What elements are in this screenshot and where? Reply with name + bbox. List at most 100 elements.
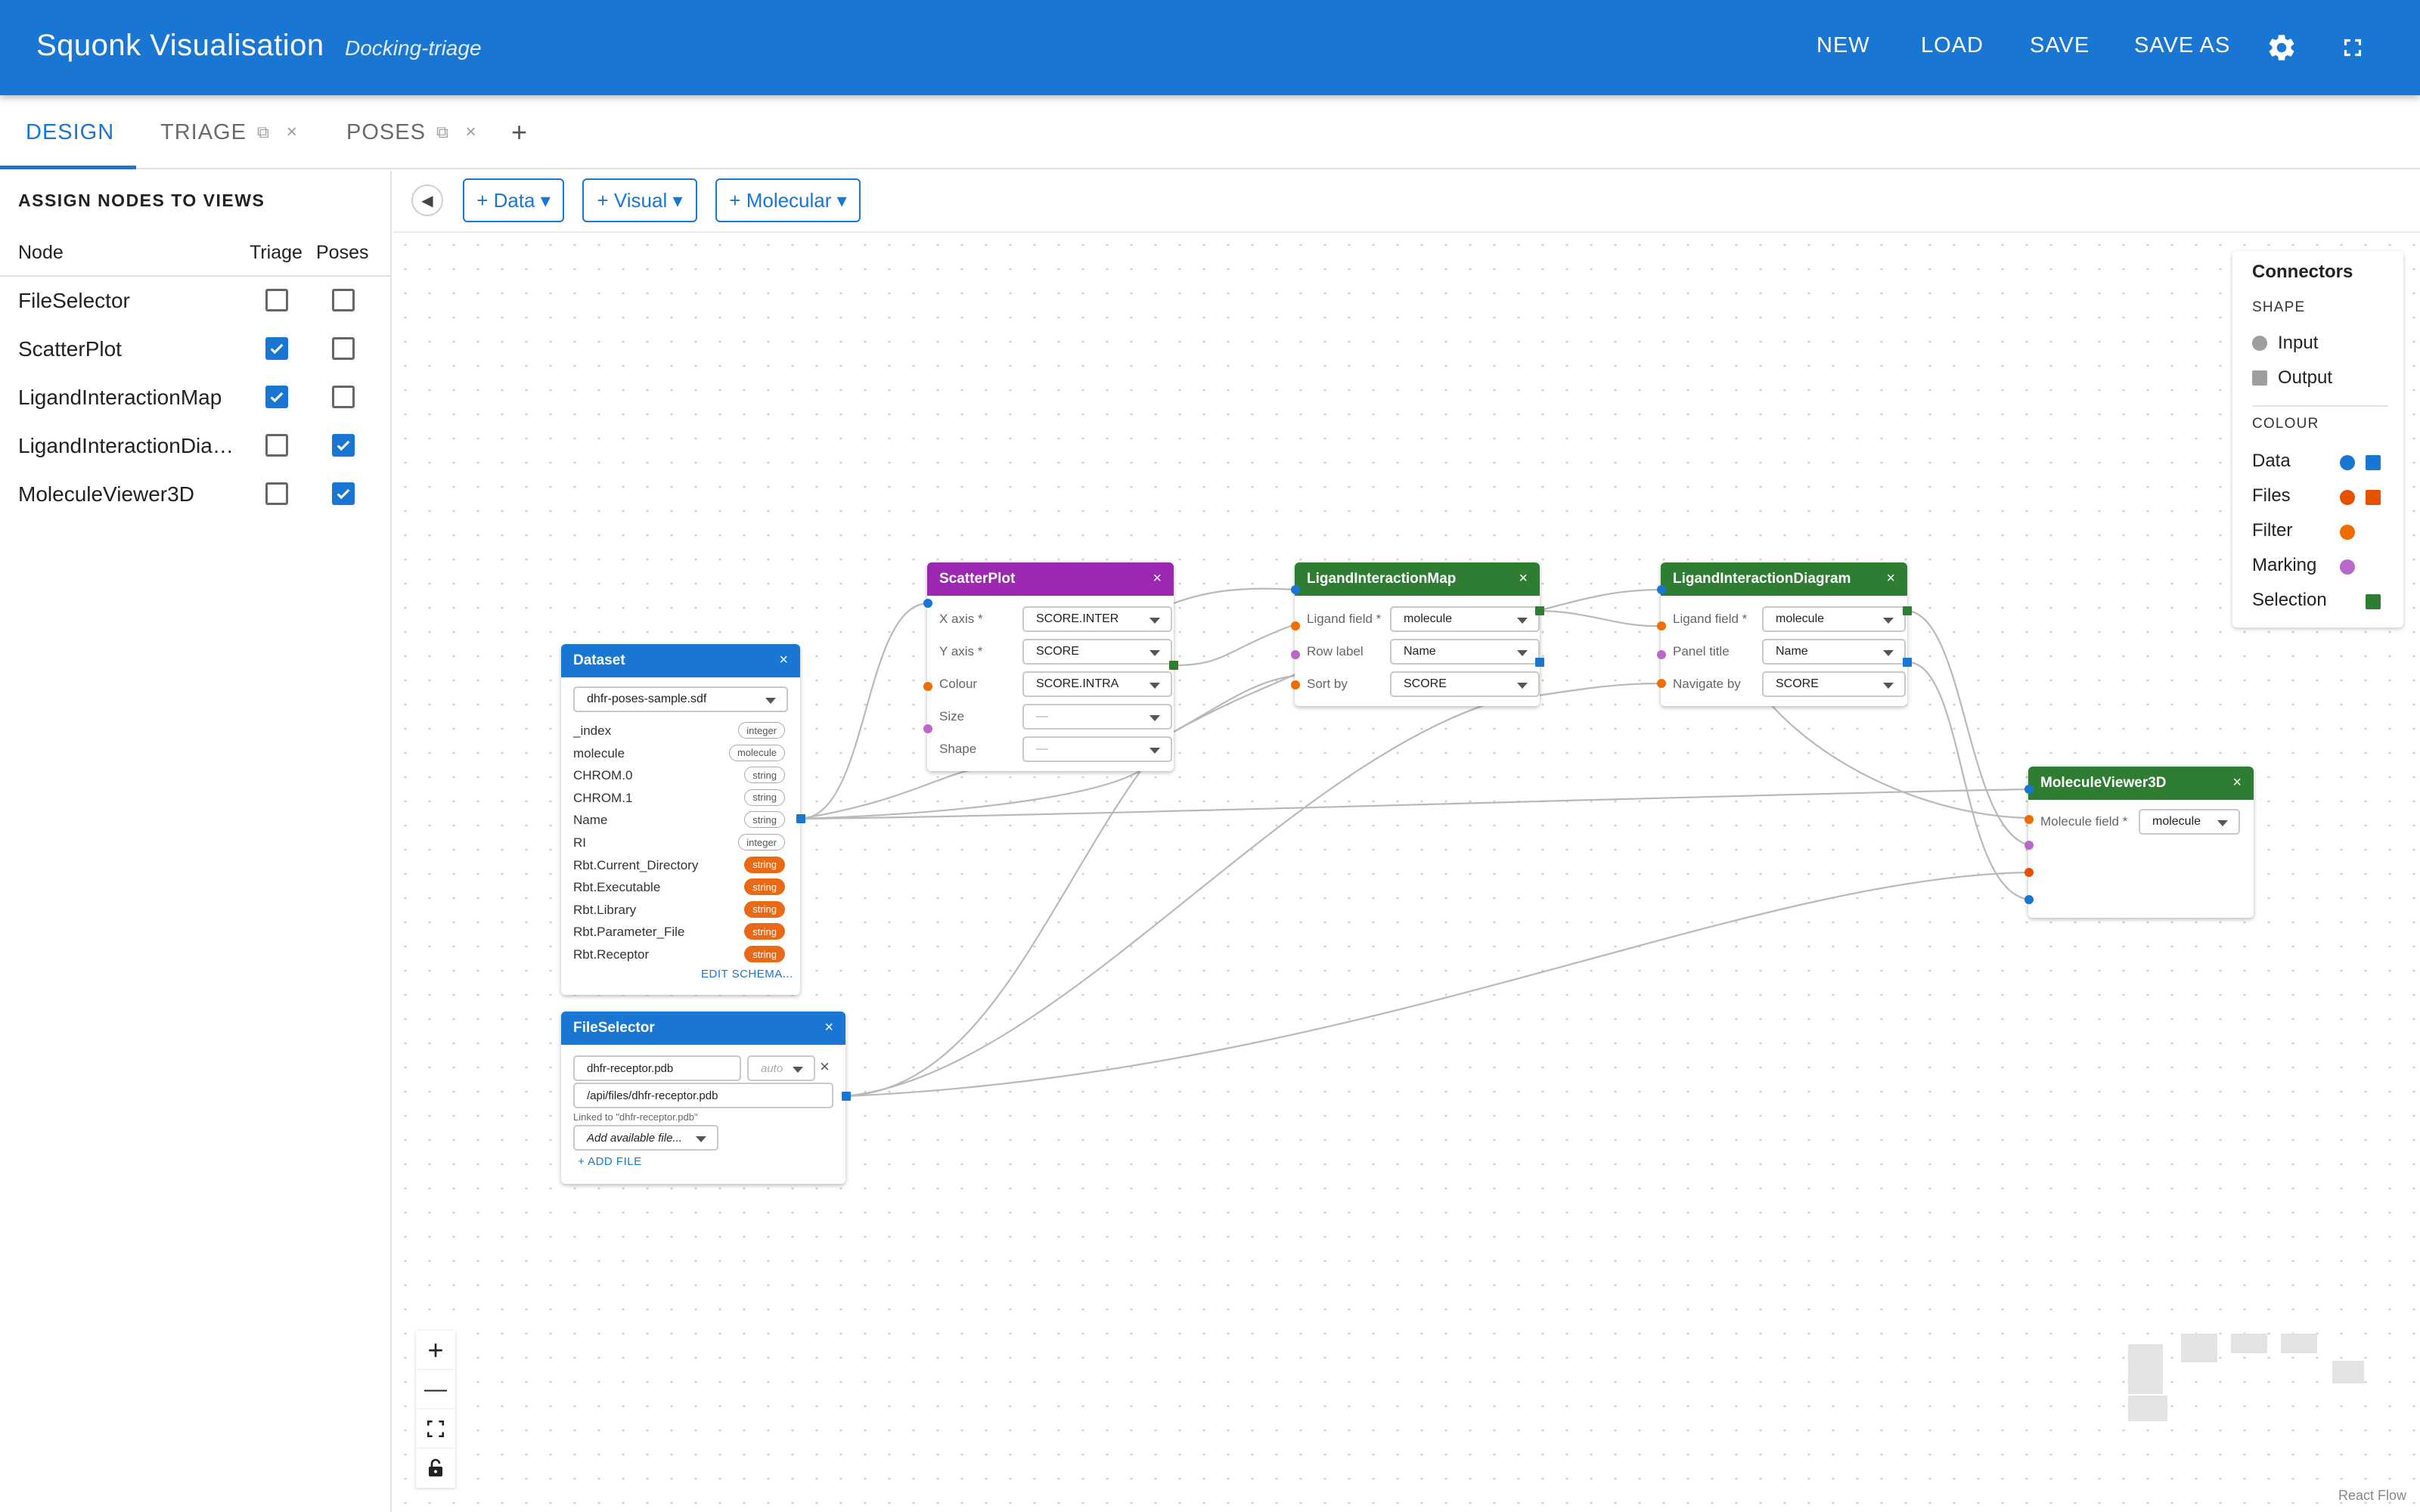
scatterplot-node[interactable]: ScatterPlot × X axis * SCORE.INTER Y axis … (927, 562, 1174, 771)
molecule-viewer-3d-node-header[interactable]: MoleculeViewer3D × (2028, 767, 2254, 800)
field-select[interactable]: Name (1390, 639, 1540, 665)
add-tab-button[interactable]: + (511, 95, 527, 169)
edit-schema-link[interactable]: EDIT SCHEMA... (701, 968, 793, 981)
dataset-node-header[interactable]: Dataset × (561, 644, 800, 677)
new-button[interactable]: NEW (1817, 33, 1870, 58)
field-select[interactable]: SCORE.INTRA (1022, 671, 1172, 697)
dataset-node[interactable]: Dataset × dhfr-poses-sample.sdf _index in… (561, 644, 800, 995)
data-input-handle[interactable] (2024, 785, 2034, 794)
file-selector-node[interactable]: FileSelector × dhfr-receptor.pdb auto × … (561, 1012, 845, 1184)
file-path-input[interactable]: /api/files/dhfr-receptor.pdb (573, 1083, 833, 1108)
data-input-handle[interactable] (923, 599, 932, 608)
tab-poses[interactable]: POSES ⧉ × (346, 95, 477, 169)
schema-field: Name string (573, 809, 785, 830)
ligand-interaction-map-node-header[interactable]: LigandInteractionMap × (1295, 562, 1540, 596)
field-select[interactable]: — (1022, 736, 1172, 762)
triage-checkbox[interactable] (265, 482, 288, 505)
data-output-handle[interactable] (1535, 658, 1544, 667)
close-tab-icon[interactable]: × (287, 122, 298, 143)
data-output-handle[interactable] (1903, 658, 1912, 667)
assign-node-name: LigandInteractionDiagram (18, 434, 245, 457)
data-input-handle[interactable] (1657, 585, 1666, 594)
triage-checkbox[interactable] (265, 386, 288, 408)
filter-input-handle[interactable] (923, 682, 932, 691)
field-select[interactable]: molecule (1390, 606, 1540, 632)
react-flow-attribution[interactable]: React Flow (2338, 1488, 2406, 1504)
ligand-interaction-diagram-node[interactable]: LigandInteractionDiagram × Ligand field … (1661, 562, 1907, 706)
add-file-link[interactable]: + ADD FILE (578, 1155, 642, 1168)
scatterplot-node-header[interactable]: ScatterPlot × (927, 562, 1174, 596)
save-as-button[interactable]: SAVE AS (2134, 33, 2230, 58)
file-format-select[interactable]: auto (747, 1055, 815, 1081)
field-select[interactable]: molecule (2139, 809, 2240, 835)
files-input-handle[interactable] (2024, 868, 2034, 877)
ligand-interaction-map-node[interactable]: LigandInteractionMap × Ligand field * mol… (1295, 562, 1540, 706)
zoom-in-button[interactable]: + (416, 1331, 455, 1370)
filter-input-handle[interactable] (1657, 679, 1666, 688)
field-select[interactable]: Name (1762, 639, 1906, 665)
selection-output-handle[interactable] (1535, 606, 1544, 615)
assign-row: LigandInteractionMap (0, 373, 392, 422)
minimap[interactable] (2118, 1315, 2375, 1436)
marking-input-handle[interactable] (923, 724, 932, 733)
legend-colour-label: Filter (2252, 520, 2293, 541)
close-node-icon[interactable]: × (1886, 570, 1895, 587)
triage-checkbox[interactable] (265, 289, 288, 311)
add-visual-node-button[interactable]: + Visual ▾ (582, 178, 697, 222)
field-select[interactable]: molecule (1762, 606, 1906, 632)
add-data-node-button[interactable]: + Data ▾ (463, 178, 564, 222)
ligand-interaction-diagram-node-header[interactable]: LigandInteractionDiagram × (1661, 562, 1907, 596)
poses-checkbox[interactable] (332, 482, 355, 505)
field-select[interactable]: SCORE (1762, 671, 1906, 697)
close-tab-icon[interactable]: × (466, 122, 477, 143)
close-node-icon[interactable]: × (779, 652, 788, 669)
fit-view-icon[interactable] (416, 1409, 455, 1448)
file-name-input[interactable]: dhfr-receptor.pdb (573, 1055, 741, 1081)
molecule-viewer-3d-node[interactable]: MoleculeViewer3D × Molecule field * molec… (2028, 767, 2254, 918)
add-molecular-node-button[interactable]: + Molecular ▾ (715, 178, 861, 222)
files-output-handle[interactable] (842, 1092, 851, 1101)
gear-icon[interactable] (2264, 30, 2299, 65)
filter-input-handle[interactable] (1291, 621, 1300, 631)
filter-input-handle[interactable] (2024, 815, 2034, 824)
field-select[interactable]: SCORE (1022, 639, 1172, 665)
data-input-handle[interactable] (1291, 585, 1300, 594)
filter-input-handle[interactable] (1291, 680, 1300, 689)
close-node-icon[interactable]: × (824, 1019, 833, 1036)
close-node-icon[interactable]: × (1153, 570, 1162, 587)
lock-icon[interactable] (416, 1448, 455, 1488)
poses-checkbox[interactable] (332, 289, 355, 311)
poses-checkbox[interactable] (332, 337, 355, 360)
file-selector-node-header[interactable]: FileSelector × (561, 1012, 845, 1045)
add-available-file-select[interactable]: Add available file... (573, 1125, 718, 1151)
poses-checkbox[interactable] (332, 386, 355, 408)
fullscreen-icon[interactable] (2335, 30, 2370, 65)
field-select[interactable]: — (1022, 704, 1172, 730)
dataset-file-select[interactable]: dhfr-poses-sample.sdf (573, 686, 788, 712)
selection-output-handle[interactable] (1169, 661, 1178, 670)
field-select[interactable]: SCORE (1390, 671, 1540, 697)
duplicate-tab-icon[interactable]: ⧉ (436, 122, 449, 142)
marking-input-handle[interactable] (1291, 650, 1300, 659)
field-select[interactable]: SCORE.INTER (1022, 606, 1172, 632)
zoom-out-button[interactable]: — (416, 1370, 455, 1409)
marking-input-handle[interactable] (1657, 650, 1666, 659)
triage-checkbox[interactable] (265, 434, 288, 457)
data-output-handle[interactable] (796, 814, 805, 823)
load-button[interactable]: LOAD (1921, 33, 1984, 58)
save-button[interactable]: SAVE (2030, 33, 2090, 58)
tab-design[interactable]: DESIGN (26, 95, 114, 169)
poses-checkbox[interactable] (332, 434, 355, 457)
triage-checkbox[interactable] (265, 337, 288, 360)
collapse-panel-button[interactable]: ◀ (411, 184, 443, 216)
remove-file-icon[interactable]: × (820, 1057, 830, 1077)
close-node-icon[interactable]: × (1519, 570, 1528, 587)
file-name-value: dhfr-receptor.pdb (587, 1061, 674, 1075)
data-input-handle[interactable] (2024, 895, 2034, 904)
close-node-icon[interactable]: × (2232, 774, 2242, 792)
filter-input-handle[interactable] (1657, 621, 1666, 631)
marking-input-handle[interactable] (2024, 841, 2034, 850)
duplicate-tab-icon[interactable]: ⧉ (257, 122, 270, 142)
tab-triage[interactable]: TRIAGE ⧉ × (160, 95, 298, 169)
selection-output-handle[interactable] (1903, 606, 1912, 615)
